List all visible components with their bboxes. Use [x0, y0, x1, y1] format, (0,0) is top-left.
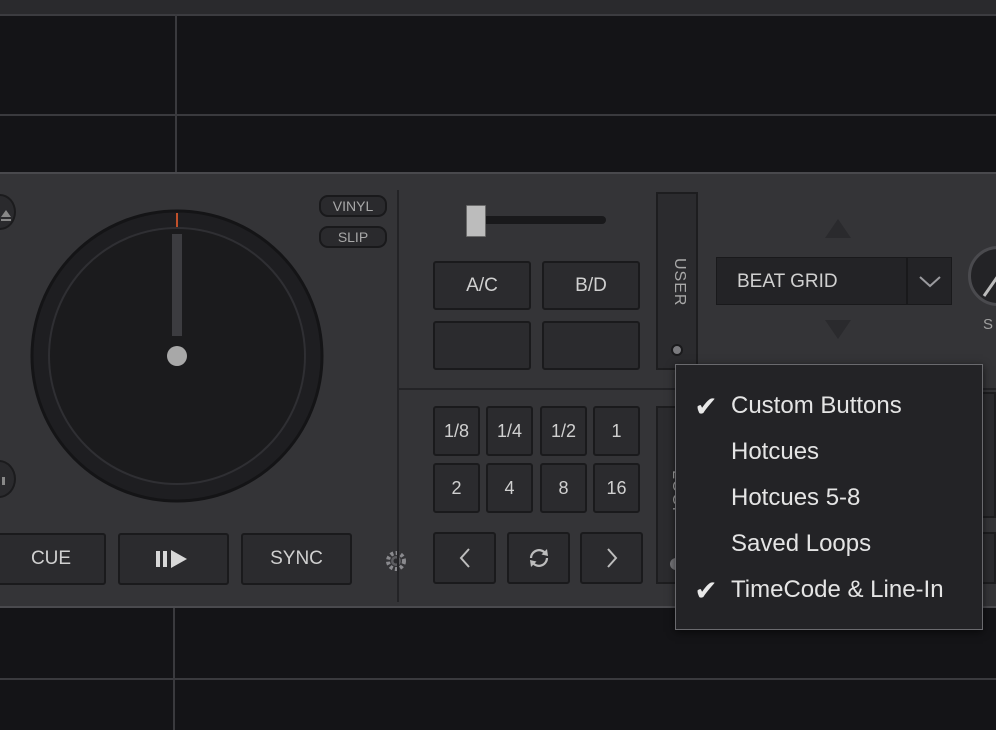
cue-button[interactable]: CUE	[0, 533, 106, 585]
grid-line	[173, 606, 175, 730]
menu-item-hotcues-5-8[interactable]: Hotcues 5-8	[676, 475, 982, 521]
knob[interactable]	[968, 246, 996, 306]
grid-line	[0, 114, 996, 116]
loop-next-button[interactable]	[580, 532, 643, 584]
user-tab[interactable]: USER	[656, 192, 698, 370]
loop-size-label: 8	[558, 477, 569, 498]
chevron-down-icon	[919, 276, 941, 288]
play-pause-icon	[155, 550, 187, 568]
pad-mode-menu: ✔ Custom Buttons Hotcues Hotcues 5-8 Sav…	[675, 364, 983, 630]
loop-size-label: 1	[611, 420, 622, 441]
fader-handle[interactable]	[466, 205, 486, 237]
user-tab-label: USER	[671, 258, 688, 307]
pad-ac-button[interactable]: A/C	[433, 261, 531, 310]
eject-icon[interactable]	[0, 194, 16, 230]
loop-size-button[interactable]: 4	[486, 463, 533, 513]
loop-size-button[interactable]: 1/4	[486, 406, 533, 456]
loop-size-button[interactable]: 16	[593, 463, 640, 513]
chevron-right-icon	[606, 548, 617, 568]
sync-button[interactable]: SYNC	[241, 533, 352, 585]
menu-item-custom-buttons[interactable]: ✔ Custom Buttons	[676, 383, 982, 429]
deck-divider	[397, 190, 399, 602]
grid-mode-value: BEAT GRID	[737, 271, 838, 292]
grid-mode-select[interactable]: BEAT GRID	[716, 257, 952, 305]
loop-size-label: 4	[504, 477, 515, 498]
grid-line	[0, 678, 996, 680]
loop-toggle-button[interactable]	[507, 532, 570, 584]
knob-label: S	[983, 316, 994, 333]
pad-ac-label: A/C	[466, 274, 498, 296]
loop-icon	[529, 549, 548, 567]
menu-item-hotcues[interactable]: Hotcues	[676, 429, 982, 475]
pad-bd-button[interactable]: B/D	[542, 261, 640, 310]
menu-item-saved-loops[interactable]: Saved Loops	[676, 521, 982, 567]
select-divider	[906, 258, 908, 304]
checkmark-icon: ✔	[694, 390, 718, 422]
deck-side-button[interactable]	[0, 460, 16, 498]
cue-label: CUE	[30, 548, 72, 569]
menu-item-timecode-line-in[interactable]: ✔ TimeCode & Line-In	[676, 567, 982, 613]
loop-size-label: 1/4	[496, 420, 523, 441]
loop-size-button[interactable]: 2	[433, 463, 480, 513]
menu-item-label: Hotcues 5-8	[731, 484, 861, 511]
loop-size-label: 16	[606, 477, 627, 498]
fader-track	[470, 216, 606, 224]
slip-button[interactable]: SLIP	[319, 226, 387, 248]
pad-bd-label: B/D	[575, 274, 607, 296]
jog-wheel[interactable]	[27, 206, 327, 506]
loop-size-button[interactable]: 1/8	[433, 406, 480, 456]
user-indicator-dot	[671, 344, 683, 356]
loop-size-button[interactable]: 1/2	[540, 406, 587, 456]
gear-icon[interactable]	[385, 550, 407, 572]
menu-item-label: Custom Buttons	[731, 392, 902, 419]
down-arrow-icon[interactable]	[825, 320, 851, 340]
sync-label: SYNC	[270, 548, 323, 569]
loop-size-label: 1/2	[550, 420, 577, 441]
loop-size-button[interactable]: 8	[540, 463, 587, 513]
up-arrow-icon[interactable]	[825, 219, 851, 239]
checkmark-icon: ✔	[694, 574, 718, 606]
play-pause-button[interactable]	[118, 533, 229, 585]
loop-size-button[interactable]: 1	[593, 406, 640, 456]
top-bar	[0, 0, 996, 16]
loop-size-label: 2	[451, 477, 462, 498]
pad-empty-2[interactable]	[542, 321, 640, 370]
pad-empty-1[interactable]	[433, 321, 531, 370]
loop-prev-button[interactable]	[433, 532, 496, 584]
vinyl-button[interactable]: VINYL	[319, 195, 387, 217]
chevron-left-icon	[459, 548, 470, 568]
menu-item-label: Saved Loops	[731, 530, 872, 557]
grid-line	[175, 14, 177, 174]
loop-size-label: 1/8	[443, 420, 470, 441]
menu-item-label: Hotcues	[731, 438, 820, 465]
menu-item-label: TimeCode & Line-In	[731, 576, 944, 603]
